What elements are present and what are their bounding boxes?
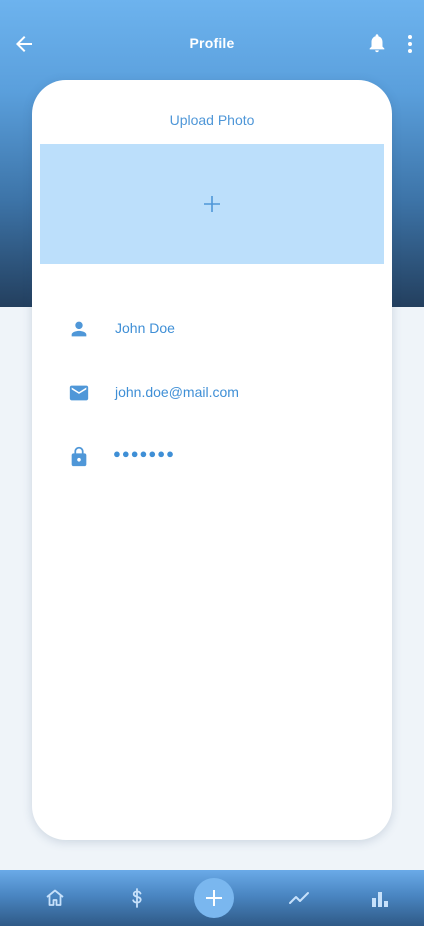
top-app-bar: Profile <box>0 22 424 66</box>
plus-icon <box>204 196 220 212</box>
add-icon <box>206 890 222 906</box>
password-value: ●●●●●●● <box>113 446 175 461</box>
add-button[interactable] <box>194 878 234 918</box>
trend-icon[interactable] <box>287 886 311 910</box>
profile-screen: Profile Upload Photo John Doe john.doe@m… <box>0 0 424 926</box>
email-value: john.doe@mail.com <box>115 384 239 400</box>
upload-photo-label: Upload Photo <box>169 112 255 128</box>
bell-icon[interactable] <box>366 32 388 54</box>
page-title: Profile <box>189 35 235 51</box>
home-icon[interactable] <box>43 886 67 910</box>
email-field[interactable]: john.doe@mail.com <box>68 378 368 406</box>
lock-icon <box>71 446 87 467</box>
more-vertical-icon[interactable] <box>400 32 420 56</box>
upload-photo-area[interactable] <box>40 144 384 264</box>
bottom-navigation <box>0 870 424 926</box>
person-icon <box>71 321 87 337</box>
password-field[interactable]: ●●●●●●● <box>68 442 368 470</box>
name-value: John Doe <box>115 320 175 336</box>
dollar-icon[interactable] <box>125 886 149 910</box>
name-field[interactable]: John Doe <box>68 314 368 342</box>
bar-chart-icon[interactable] <box>368 886 392 910</box>
mail-icon <box>69 385 89 401</box>
profile-card: Upload Photo John Doe john.doe@mail.com … <box>32 80 392 840</box>
